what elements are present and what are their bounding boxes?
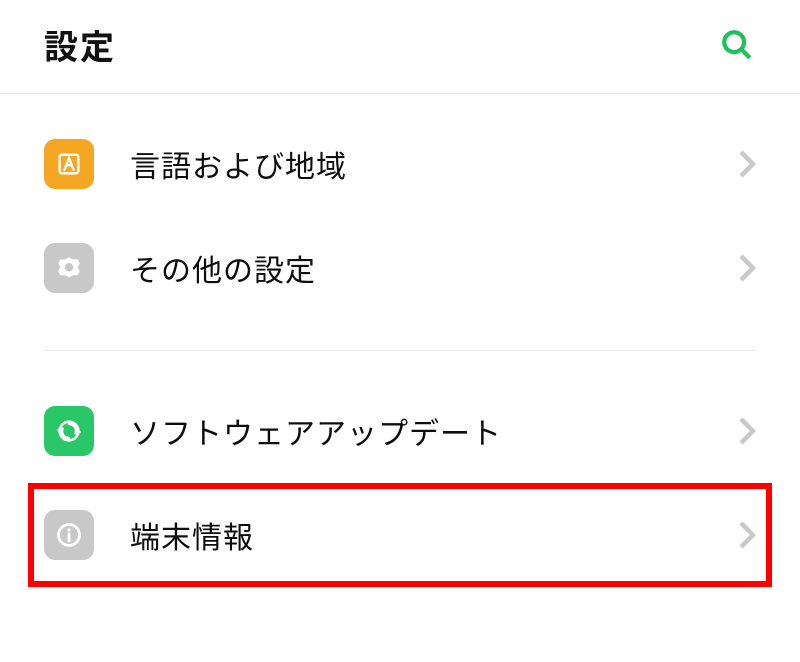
header: 設定	[0, 0, 800, 94]
update-icon	[44, 406, 94, 456]
row-language-region[interactable]: 言語および地域	[44, 112, 756, 216]
search-button[interactable]	[718, 26, 756, 64]
settings-section-1: 言語および地域 その他の設定	[0, 94, 800, 330]
row-label: その他の設定	[94, 246, 738, 290]
highlighted-row-wrap: 端末情報	[28, 483, 772, 587]
search-icon	[720, 28, 754, 62]
settings-section-2: ソフトウェアアップデート	[0, 379, 800, 483]
chevron-right-icon	[738, 149, 756, 179]
row-about-device[interactable]: 端末情報	[44, 483, 756, 587]
gear-icon	[44, 243, 94, 293]
chevron-right-icon	[738, 520, 756, 550]
language-icon	[44, 139, 94, 189]
chevron-right-icon	[738, 416, 756, 446]
row-other-settings[interactable]: その他の設定	[44, 216, 756, 320]
row-label: ソフトウェアアップデート	[94, 409, 738, 453]
row-label: 言語および地域	[94, 142, 738, 186]
row-label: 端末情報	[94, 513, 738, 557]
chevron-right-icon	[738, 253, 756, 283]
row-software-update[interactable]: ソフトウェアアップデート	[44, 379, 756, 483]
info-icon	[44, 510, 94, 560]
page-title: 設定	[44, 20, 116, 69]
footer-space	[0, 587, 800, 627]
section-divider	[44, 350, 756, 351]
